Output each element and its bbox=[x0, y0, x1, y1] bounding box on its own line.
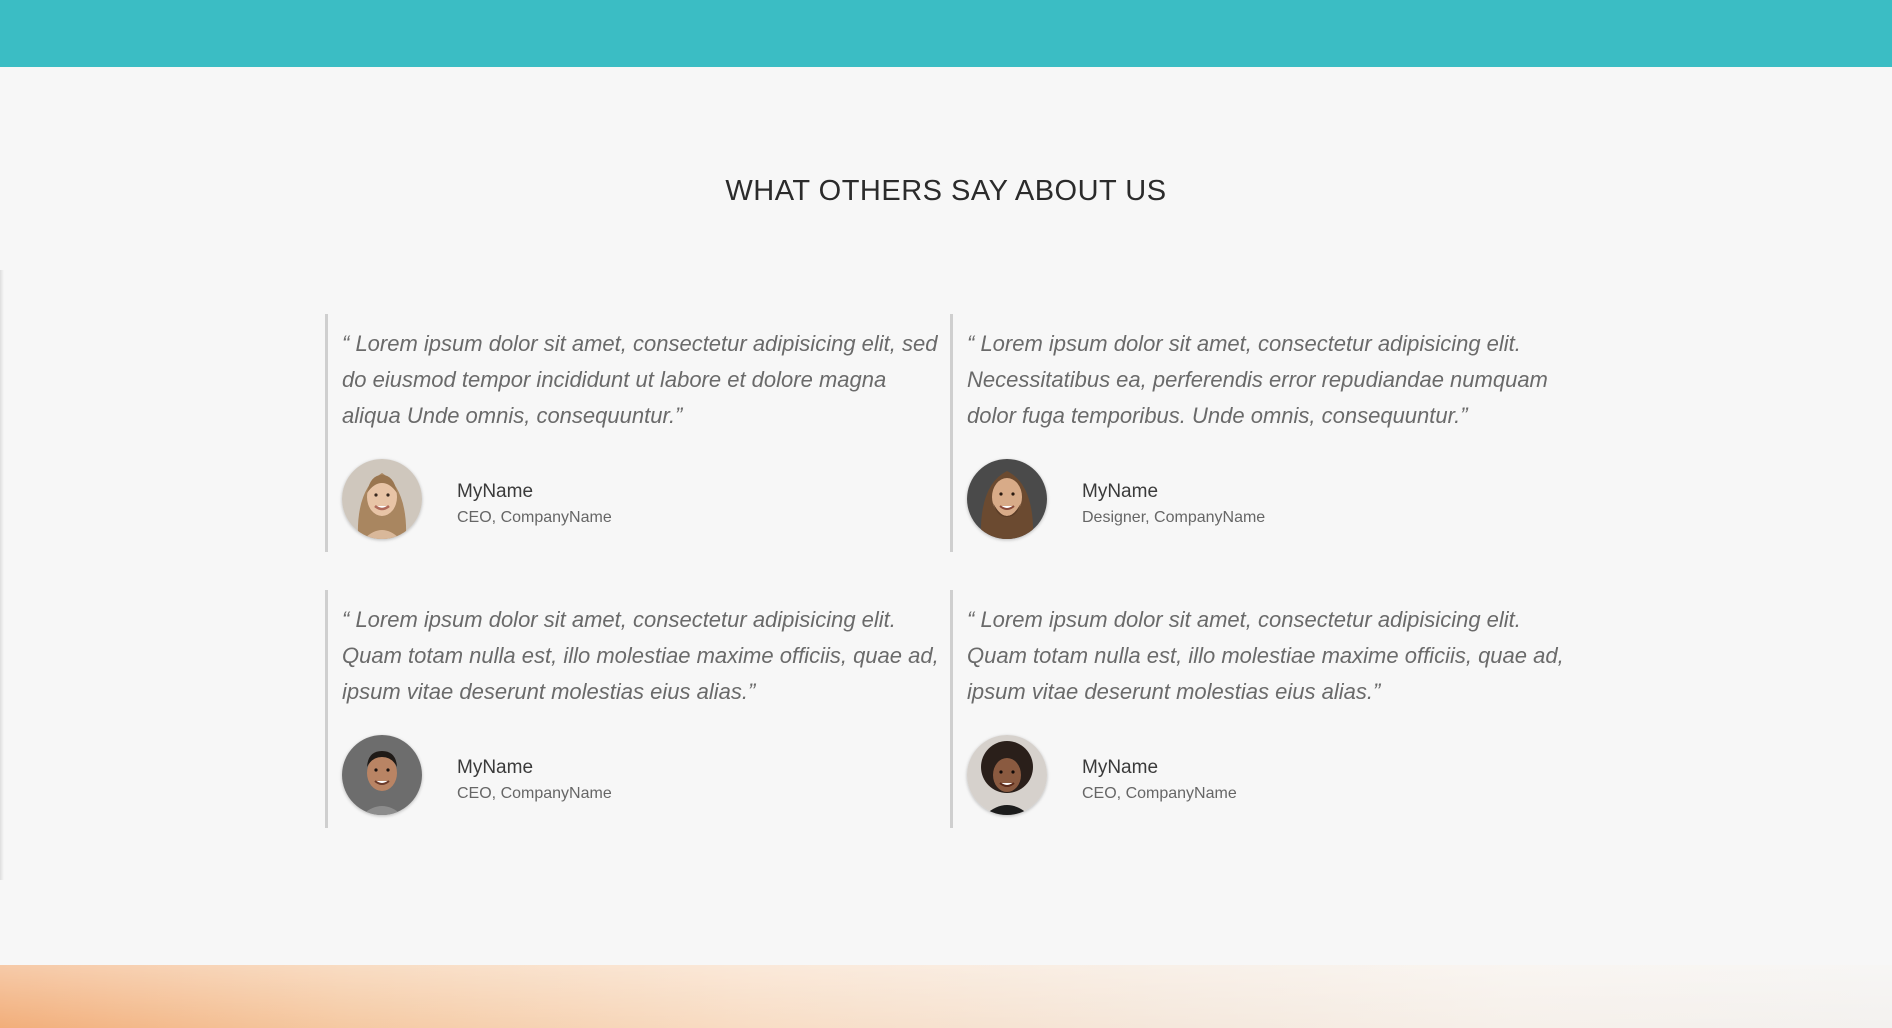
section-title: WHAT OTHERS SAY ABOUT US bbox=[725, 175, 1167, 207]
testimonial-author: MyName CEO, CompanyName bbox=[342, 459, 902, 539]
bearded-man-portrait-icon bbox=[967, 459, 1047, 539]
testimonial-card: “ Lorem ipsum dolor sit amet, consectetu… bbox=[325, 314, 937, 552]
author-name: MyName bbox=[1082, 757, 1159, 778]
testimonial-author: MyName Designer, CompanyName bbox=[967, 459, 1527, 539]
footer-background-image bbox=[0, 965, 1892, 1028]
testimonial-quote: “ Lorem ipsum dolor sit amet, consectetu… bbox=[967, 607, 1564, 704]
curly-hair-woman-portrait-icon bbox=[967, 735, 1047, 815]
man-portrait-icon bbox=[342, 735, 422, 815]
side-shadow bbox=[0, 270, 4, 880]
testimonial-author: MyName CEO, CompanyName bbox=[967, 735, 1527, 815]
top-nav-bar bbox=[0, 0, 1892, 67]
testimonial-quote: “ Lorem ipsum dolor sit amet, consectetu… bbox=[342, 331, 938, 428]
testimonial-author: MyName CEO, CompanyName bbox=[342, 735, 902, 815]
testimonial-card: “ Lorem ipsum dolor sit amet, consectetu… bbox=[950, 314, 1548, 552]
author-name: MyName bbox=[457, 481, 534, 502]
author-name: MyName bbox=[1082, 481, 1159, 502]
image-haze bbox=[0, 965, 1892, 1028]
author-name: MyName bbox=[457, 757, 534, 778]
author-role: Designer, CompanyName bbox=[1082, 509, 1266, 526]
testimonial-card: “ Lorem ipsum dolor sit amet, consectetu… bbox=[325, 590, 939, 828]
author-role: CEO, CompanyName bbox=[1082, 785, 1237, 802]
testimonial-quote: “ Lorem ipsum dolor sit amet, consectetu… bbox=[967, 331, 1548, 428]
author-role: CEO, CompanyName bbox=[457, 785, 612, 802]
testimonial-card: “ Lorem ipsum dolor sit amet, consectetu… bbox=[950, 590, 1564, 828]
author-role: CEO, CompanyName bbox=[457, 509, 612, 526]
testimonial-quote: “ Lorem ipsum dolor sit amet, consectetu… bbox=[342, 607, 939, 704]
woman-portrait-icon bbox=[342, 459, 422, 539]
